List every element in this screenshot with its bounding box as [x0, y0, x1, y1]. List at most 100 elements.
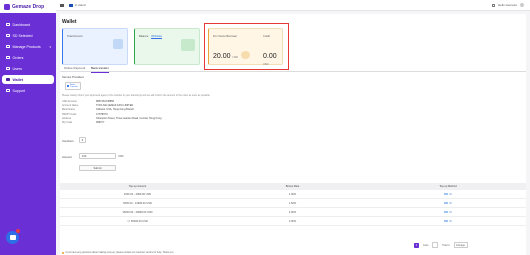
- sidebar-item-label: Support: [12, 88, 26, 93]
- detail-value: 999077: [96, 120, 105, 124]
- store-selector[interactable]: in stand: [75, 3, 86, 7]
- amount-cell: 15000.00 - 49999.00 USD: [122, 210, 153, 214]
- sidebar-item-label: Orders: [12, 55, 24, 60]
- goto-input[interactable]: [432, 242, 439, 248]
- column-header: Top-up Amount: [128, 185, 147, 188]
- vouchers-field[interactable]: 0: [79, 137, 86, 143]
- total-account-card: Total Account: [62, 28, 128, 65]
- star-icon: [6, 33, 10, 38]
- dashboard-icon: [6, 22, 10, 27]
- support-icon: [6, 88, 10, 93]
- flag-icon: [69, 3, 73, 7]
- rate-cell: 1.00%: [288, 192, 297, 196]
- sidebar-item-manage-products[interactable]: Manage Products ▾: [2, 42, 54, 51]
- table-row: >= 50000.00 USD 3.00%: [60, 217, 526, 226]
- page-title: Wallet: [62, 19, 77, 25]
- page-size-select[interactable]: 10/page: [453, 242, 468, 248]
- tab-bank-transfer[interactable]: Bank transfer: [91, 66, 109, 73]
- footnote-text: If you have any questions about making a…: [65, 252, 174, 255]
- balance-label: Balance: [139, 35, 149, 38]
- method-cell: [370, 219, 526, 223]
- brand-logo[interactable]: Gemaze Drop: [0, 0, 56, 13]
- amount-cell: 5000.00 - 14999.00 USD: [123, 201, 152, 205]
- notification-icon[interactable]: [491, 3, 495, 7]
- sidebar-item-label: SD Selected: [12, 33, 33, 38]
- submit-button[interactable]: Submit: [79, 165, 116, 171]
- avatar[interactable]: [520, 3, 524, 7]
- highlight-box: [204, 23, 289, 70]
- topbar: in stand Hello Gemaze: [56, 0, 530, 11]
- page-current-button[interactable]: 1: [414, 242, 419, 248]
- menu-toggle-icon[interactable]: [60, 3, 64, 7]
- amount-label: Amount: [62, 155, 72, 159]
- total-account-label: Total Account: [67, 35, 83, 38]
- sidebar-item-label: Users: [12, 66, 22, 71]
- wallet-icon: [6, 77, 10, 82]
- box-icon: [6, 44, 10, 49]
- footnote: If you have any questions about making a…: [62, 252, 174, 255]
- sidebar: Gemaze Drop Dashboard SD Selected Manage…: [0, 0, 56, 255]
- balance-label-wrap: Balance Withdraw: [139, 35, 162, 38]
- amount-cell: >= 50000.00 USD: [127, 219, 148, 223]
- payment-method-icon: [448, 219, 452, 223]
- provider-name: Bank Transfer: [69, 83, 78, 89]
- rate-cell: 1.50%: [288, 201, 297, 205]
- rate-cell: 3.00%: [288, 219, 297, 223]
- chevron-down-icon: ▾: [49, 44, 51, 49]
- sidebar-item-dashboard[interactable]: Dashboard: [2, 20, 54, 29]
- method-cell: [370, 210, 526, 214]
- payment-method-icon: [444, 192, 448, 196]
- notification-badge: [16, 229, 20, 233]
- bank-icon: [67, 84, 69, 88]
- logo-icon: [4, 3, 10, 10]
- payment-tabs: Online Payment Bank transfer: [60, 64, 526, 73]
- amount-cell: 1000.00 - 4999.00 USD: [123, 192, 152, 196]
- provider-bank-transfer[interactable]: Bank Transfer: [65, 82, 81, 90]
- tab-online-payment[interactable]: Online Payment: [64, 66, 85, 70]
- sidebar-item-label: Wallet: [12, 77, 23, 82]
- payment-method-icon: [444, 201, 448, 205]
- sidebar-item-support[interactable]: Support: [2, 86, 54, 95]
- brand-name: Gemaze Drop: [12, 3, 45, 10]
- topbar-actions: Hello Gemaze: [491, 3, 524, 7]
- help-link[interactable]: Hello Gemaze: [498, 3, 517, 7]
- column-header: Bonus Rate: [285, 185, 300, 188]
- payment-method-icon: [448, 192, 452, 196]
- card-illustration-icon: [113, 39, 123, 49]
- detail-key: Zip Code: [62, 120, 73, 124]
- column-header: Top-up Method: [439, 185, 457, 188]
- table-row: 1000.00 - 4999.00 USD 1.00%: [60, 190, 526, 199]
- total-count: Total 4: [442, 243, 450, 247]
- rate-cell: 2.00%: [288, 210, 297, 214]
- balance-card: Balance Withdraw: [134, 28, 200, 65]
- main-content: Wallet Total Account Balance Withdraw Fr…: [60, 14, 526, 255]
- bank-details: USD Account 8857481748856 Account Name TOO…: [62, 100, 162, 125]
- cart-icon: [6, 55, 10, 60]
- sidebar-item-users[interactable]: Users: [2, 64, 54, 73]
- bonus-table: Top-up Amount Bonus Rate Top-up Method 1…: [60, 183, 526, 226]
- sidebar-item-orders[interactable]: Orders: [2, 53, 54, 62]
- method-cell: [370, 192, 526, 196]
- sidebar-item-label: Manage Products: [12, 44, 41, 49]
- card-illustration-icon: [181, 39, 195, 51]
- bank-detail-row: Zip Code 999077: [62, 121, 162, 125]
- withdraw-link[interactable]: Withdraw: [151, 35, 162, 38]
- transfer-notice: Please clearly inform your approved agen…: [62, 94, 211, 97]
- payment-method-icon: [448, 201, 452, 205]
- user-icon: [6, 66, 10, 71]
- amount-unit: USD: [118, 155, 124, 158]
- info-icon: [62, 252, 65, 255]
- table-row: 5000.00 - 14999.00 USD 1.50%: [60, 199, 526, 208]
- sidebar-nav: Dashboard SD Selected Manage Products ▾ …: [0, 13, 56, 95]
- sidebar-item-wallet[interactable]: Wallet: [2, 75, 54, 84]
- goto-label: Goto: [423, 243, 429, 247]
- service-providers-label: Service Providers: [62, 75, 84, 79]
- amount-input[interactable]: 100: [79, 153, 116, 159]
- payment-method-icon: [448, 210, 452, 214]
- payment-method-icon: [444, 219, 448, 223]
- sidebar-item-label: Dashboard: [12, 22, 31, 27]
- vouchers-label: Vouchers: [62, 139, 74, 143]
- pagination: 1 Goto Total 4 10/page: [414, 242, 468, 248]
- table-header: Top-up Amount Bonus Rate Top-up Method: [60, 183, 526, 190]
- sidebar-item-sd-selected[interactable]: SD Selected: [2, 31, 54, 40]
